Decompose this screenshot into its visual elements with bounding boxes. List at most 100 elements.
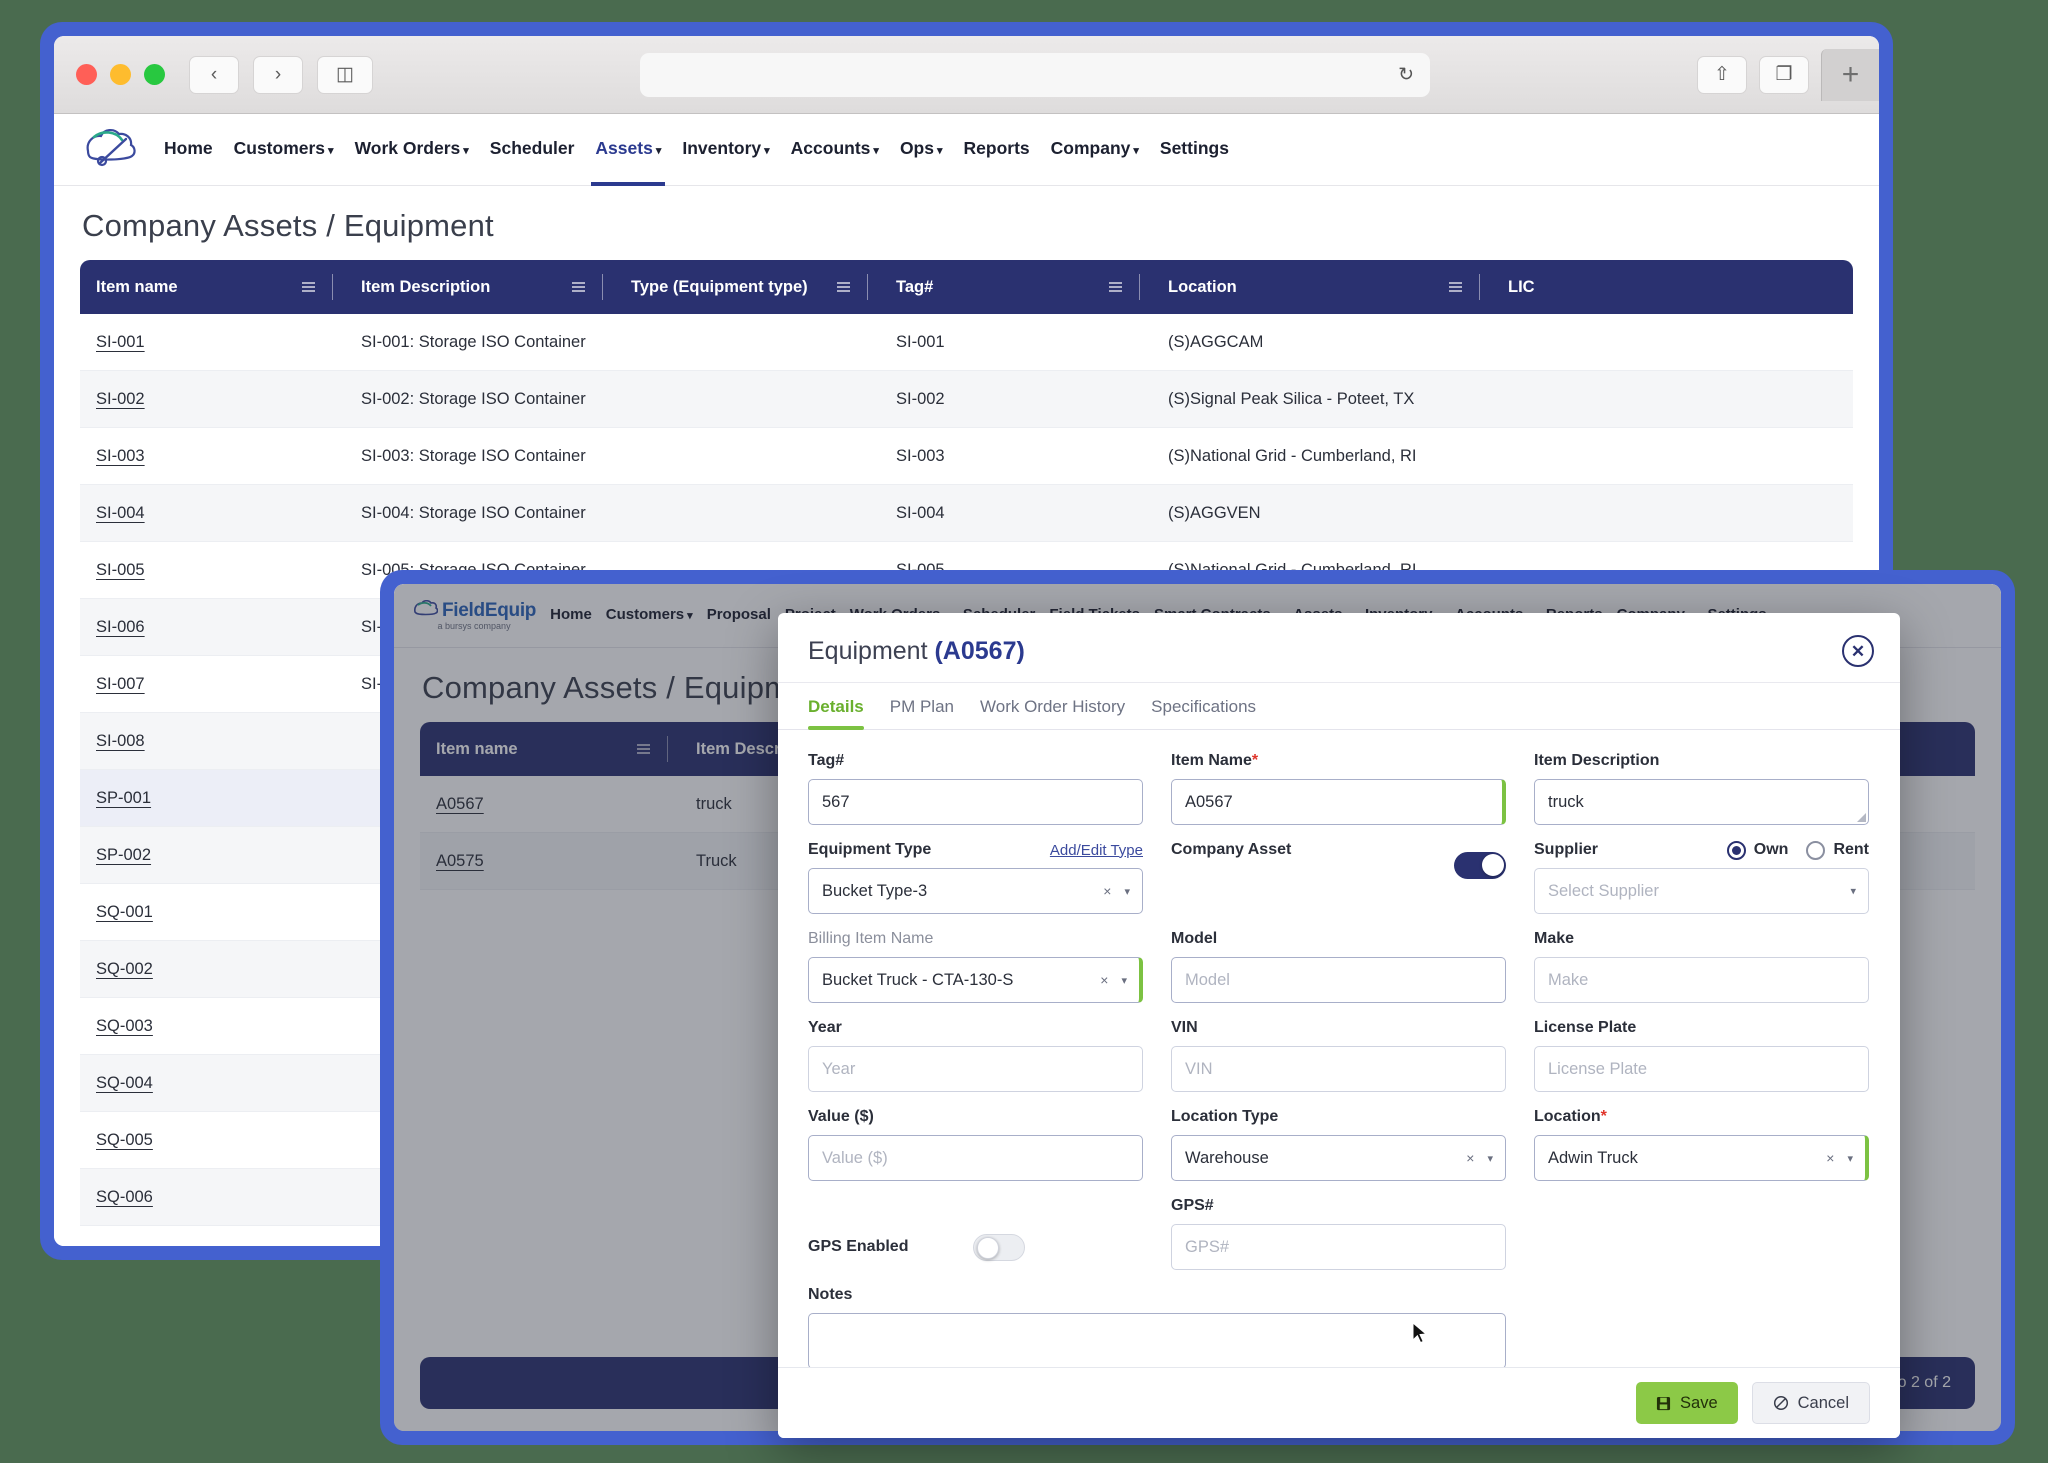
item-name-link[interactable]: SI-004 bbox=[96, 504, 145, 522]
cell-item-name[interactable]: A0575 bbox=[420, 852, 680, 871]
location-type-select[interactable]: Warehouse × ▾ bbox=[1171, 1135, 1506, 1181]
item-name-link[interactable]: SI-002 bbox=[96, 390, 145, 408]
chevron-down-icon[interactable]: ▾ bbox=[1124, 885, 1130, 898]
cell-item-name[interactable]: SQ-001 bbox=[80, 903, 345, 922]
close-window-icon[interactable] bbox=[76, 64, 97, 85]
vin-input[interactable]: VIN bbox=[1171, 1046, 1506, 1092]
item-name-link[interactable]: SP-002 bbox=[96, 846, 151, 864]
item-name-link[interactable]: SI-006 bbox=[96, 618, 145, 636]
mid-nav-item-home[interactable]: Home bbox=[550, 606, 592, 626]
company-asset-toggle[interactable] bbox=[1454, 851, 1506, 879]
nav-item-reports[interactable]: Reports bbox=[964, 138, 1030, 162]
column-header-tag[interactable]: Tag# bbox=[880, 260, 1152, 314]
item-name-link[interactable]: SI-007 bbox=[96, 675, 145, 693]
mid-nav-item-proposal[interactable]: Proposal bbox=[707, 606, 771, 626]
chevron-down-icon[interactable]: ▾ bbox=[1487, 1152, 1493, 1165]
license-plate-input[interactable]: License Plate bbox=[1534, 1046, 1869, 1092]
tab-details[interactable]: Details bbox=[808, 697, 864, 730]
add-edit-type-link[interactable]: Add/Edit Type bbox=[1050, 842, 1143, 859]
cell-item-name[interactable]: SI-008 bbox=[80, 732, 345, 751]
tab-work-order-history[interactable]: Work Order History bbox=[980, 697, 1125, 729]
column-menu-icon[interactable] bbox=[837, 282, 850, 292]
column-header-location[interactable]: Location bbox=[1152, 260, 1492, 314]
tab-overview-icon[interactable]: ❐ bbox=[1759, 55, 1809, 94]
maximize-window-icon[interactable] bbox=[144, 64, 165, 85]
cell-item-name[interactable]: SI-004 bbox=[80, 504, 345, 523]
chevron-down-icon[interactable]: ▾ bbox=[1121, 974, 1127, 987]
tab-pm-plan[interactable]: PM Plan bbox=[890, 697, 954, 729]
nav-item-accounts[interactable]: Accounts ▾ bbox=[791, 138, 879, 162]
item-name-link[interactable]: SQ-004 bbox=[96, 1074, 153, 1092]
chevron-down-icon[interactable]: ▾ bbox=[1847, 1152, 1853, 1165]
mid-nav-item-customers[interactable]: Customers ▾ bbox=[606, 606, 693, 626]
nav-item-customers[interactable]: Customers ▾ bbox=[234, 138, 334, 162]
year-input[interactable]: Year bbox=[808, 1046, 1143, 1092]
mid-column-header-item-name[interactable]: Item name bbox=[420, 722, 680, 776]
column-menu-icon[interactable] bbox=[302, 282, 315, 292]
column-menu-icon[interactable] bbox=[1109, 282, 1122, 292]
column-header-item-description[interactable]: Item Description bbox=[345, 260, 615, 314]
clear-selection-icon[interactable]: × bbox=[1466, 1150, 1474, 1166]
new-tab-button[interactable]: + bbox=[1821, 48, 1879, 101]
table-row[interactable]: SI-002 SI-002: Storage ISO Container SI-00… bbox=[80, 371, 1853, 428]
table-row[interactable]: SI-004 SI-004: Storage ISO Container SI-00… bbox=[80, 485, 1853, 542]
item-name-link[interactable]: A0567 bbox=[436, 795, 484, 813]
cell-item-name[interactable]: SP-001 bbox=[80, 789, 345, 808]
column-menu-icon[interactable] bbox=[572, 282, 585, 292]
item-name-link[interactable]: SQ-002 bbox=[96, 960, 153, 978]
table-row[interactable]: SI-003 SI-003: Storage ISO Container SI-00… bbox=[80, 428, 1853, 485]
cell-item-name[interactable]: SI-001 bbox=[80, 333, 345, 352]
cell-item-name[interactable]: SP-002 bbox=[80, 846, 345, 865]
billing-item-select[interactable]: Bucket Truck - CTA-130-S × ▾ bbox=[808, 957, 1143, 1003]
address-bar[interactable]: ↻ bbox=[640, 52, 1430, 97]
clear-selection-icon[interactable]: × bbox=[1100, 972, 1108, 988]
cell-item-name[interactable]: SQ-003 bbox=[80, 1017, 345, 1036]
item-name-link[interactable]: SI-001 bbox=[96, 333, 145, 351]
forward-icon[interactable]: › bbox=[253, 55, 303, 94]
nav-item-company[interactable]: Company ▾ bbox=[1051, 138, 1139, 162]
cell-item-name[interactable]: SI-003 bbox=[80, 447, 345, 466]
item-name-link[interactable]: A0575 bbox=[436, 852, 484, 870]
item-name-input[interactable]: A0567 bbox=[1171, 779, 1506, 825]
cell-item-name[interactable]: SQ-005 bbox=[80, 1131, 345, 1150]
cell-item-name[interactable]: SQ-006 bbox=[80, 1188, 345, 1207]
radio-own-dot[interactable] bbox=[1726, 840, 1746, 860]
item-name-link[interactable]: SI-008 bbox=[96, 732, 145, 750]
radio-own[interactable]: Own bbox=[1726, 840, 1788, 860]
model-input[interactable]: Model bbox=[1171, 957, 1506, 1003]
table-row[interactable]: SI-001 SI-001: Storage ISO Container SI-00… bbox=[80, 314, 1853, 371]
column-header-type[interactable]: Type (Equipment type) bbox=[615, 260, 880, 314]
window-traffic-lights[interactable] bbox=[76, 64, 165, 85]
radio-rent-dot[interactable] bbox=[1806, 840, 1826, 860]
chevron-down-icon[interactable]: ▾ bbox=[1850, 885, 1856, 898]
cell-item-name[interactable]: SI-005 bbox=[80, 561, 345, 580]
gps-enabled-toggle[interactable] bbox=[973, 1233, 1025, 1261]
column-header-item-name[interactable]: Item name bbox=[80, 260, 345, 314]
make-input[interactable]: Make bbox=[1534, 957, 1869, 1003]
cell-item-name[interactable]: A0567 bbox=[420, 795, 680, 814]
cell-item-name[interactable]: SI-007 bbox=[80, 675, 345, 694]
nav-item-home[interactable]: Home bbox=[164, 138, 213, 162]
minimize-window-icon[interactable] bbox=[110, 64, 131, 85]
cancel-button[interactable]: Cancel bbox=[1751, 1382, 1870, 1424]
nav-item-work-orders[interactable]: Work Orders ▾ bbox=[355, 138, 469, 162]
clear-selection-icon[interactable]: × bbox=[1826, 1150, 1834, 1166]
item-name-link[interactable]: SQ-001 bbox=[96, 903, 153, 921]
column-menu-icon[interactable] bbox=[1449, 282, 1462, 292]
cell-item-name[interactable]: SI-006 bbox=[80, 618, 345, 637]
item-name-link[interactable]: SQ-003 bbox=[96, 1017, 153, 1035]
cell-item-name[interactable]: SQ-007 bbox=[80, 1245, 345, 1247]
nav-item-settings[interactable]: Settings bbox=[1160, 138, 1229, 162]
item-name-link[interactable]: SQ-005 bbox=[96, 1131, 153, 1149]
resize-grip-icon[interactable] bbox=[1857, 813, 1866, 822]
value-input[interactable]: Value ($) bbox=[808, 1135, 1143, 1181]
column-menu-icon[interactable] bbox=[637, 744, 650, 754]
radio-rent[interactable]: Rent bbox=[1806, 840, 1869, 860]
item-name-link[interactable]: SI-003 bbox=[96, 447, 145, 465]
notes-textarea[interactable] bbox=[808, 1313, 1506, 1367]
cell-item-name[interactable]: SI-002 bbox=[80, 390, 345, 409]
location-select[interactable]: Adwin Truck × ▾ bbox=[1534, 1135, 1869, 1181]
share-icon[interactable]: ⇧ bbox=[1697, 55, 1747, 94]
nav-item-ops[interactable]: Ops ▾ bbox=[900, 138, 943, 162]
nav-item-assets[interactable]: Assets ▾ bbox=[591, 138, 666, 186]
